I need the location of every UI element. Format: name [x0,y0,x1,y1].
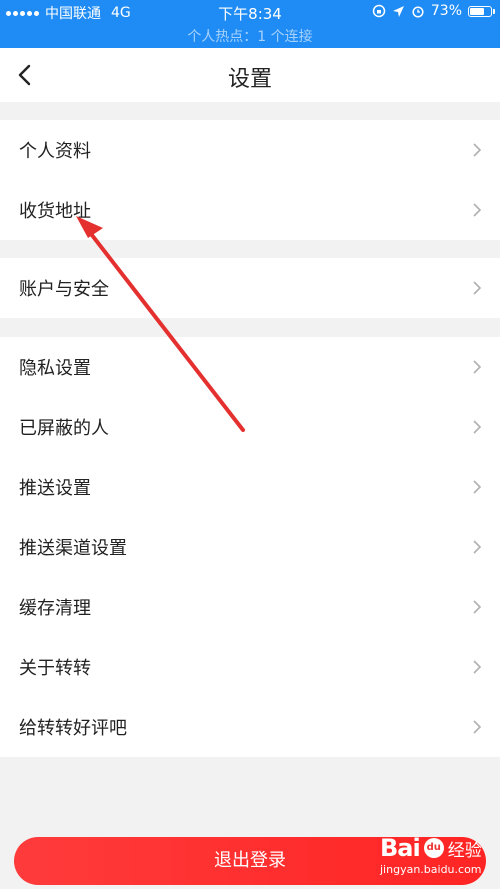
annotation-arrow [76,216,245,432]
